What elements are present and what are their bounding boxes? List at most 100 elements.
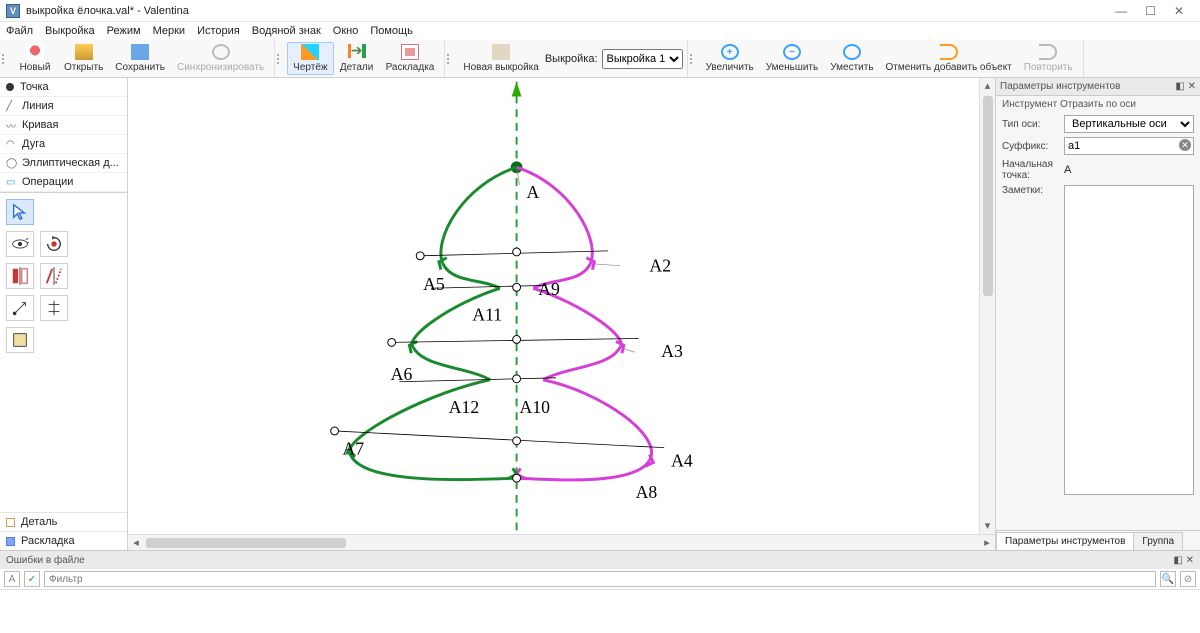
properties-panel: Параметры инструментов ◧ ✕ Инструмент От… (995, 78, 1200, 550)
menu-watermark[interactable]: Водяной знак (252, 25, 321, 37)
toolbar-grip[interactable] (2, 40, 6, 77)
tool-description: Инструмент Отразить по оси (996, 96, 1200, 113)
menu-window[interactable]: Окно (333, 25, 359, 37)
tool-mirror-line[interactable] (6, 263, 34, 289)
title-bar: V выкройка ёлочка.val* - Valentina — ☐ ✕ (0, 0, 1200, 22)
filter-search-icon[interactable]: 🔍 (1160, 571, 1176, 587)
zoom-fit-button[interactable]: Уместить (824, 42, 879, 75)
svg-text:A6: A6 (391, 364, 413, 384)
svg-text:A8: A8 (636, 482, 658, 502)
mode-details-button[interactable]: ➔Детали (334, 42, 380, 75)
menu-bar: Файл Выкройка Режим Мерки История Водяно… (0, 22, 1200, 40)
curve-icon: 〰 (6, 118, 16, 133)
start-point-value: A (1064, 164, 1194, 176)
pattern-label: Выкройка: (545, 53, 598, 65)
mode-draft-button[interactable]: Чертёж (287, 42, 333, 75)
cat-arc[interactable]: ◠Дуга (0, 135, 127, 154)
scroll-right-icon[interactable]: ▸ (979, 536, 995, 549)
zoom-in-button[interactable]: Увеличить (700, 42, 760, 75)
connector-lines (335, 251, 665, 448)
tool-truedarts[interactable] (40, 295, 68, 321)
cat-detail[interactable]: Деталь (0, 512, 127, 531)
minimize-button[interactable]: — (1115, 4, 1127, 18)
menu-pattern[interactable]: Выкройка (45, 25, 95, 37)
cat-line[interactable]: ╱Линия (0, 97, 127, 116)
close-button[interactable]: ✕ (1174, 4, 1184, 18)
arc-icon: ◠ (6, 139, 16, 150)
svg-text:A10: A10 (520, 397, 551, 417)
axis-type-select[interactable]: Вертикальные оси (1064, 115, 1194, 133)
cat-point[interactable]: Точка (0, 78, 127, 97)
svg-text:A2: A2 (649, 256, 671, 276)
maximize-button[interactable]: ☐ (1145, 4, 1156, 18)
menu-measurements[interactable]: Мерки (153, 25, 185, 37)
zoom-out-button[interactable]: Уменьшить (760, 42, 824, 75)
suffix-input[interactable] (1064, 137, 1194, 155)
tab-group[interactable]: Группа (1133, 532, 1183, 550)
layout-icon (6, 537, 15, 546)
errors-list (0, 589, 1200, 633)
cat-operations[interactable]: ▭Операции (0, 173, 127, 192)
tool-move[interactable] (6, 295, 34, 321)
toolbar-grip[interactable] (277, 40, 281, 77)
pattern-select[interactable]: Выкройка 1 (602, 49, 683, 69)
tab-tool-properties[interactable]: Параметры инструментов (996, 532, 1134, 550)
tool-pointer[interactable] (6, 199, 34, 225)
scroll-thumb[interactable] (983, 96, 993, 296)
panel-float-icon[interactable]: ◧ (1175, 81, 1184, 92)
detail-icon (6, 518, 15, 527)
properties-header: Параметры инструментов ◧ ✕ (996, 78, 1200, 96)
filter-regex-icon[interactable]: ✓ (24, 571, 40, 587)
toolbar-grip[interactable] (690, 40, 694, 77)
open-button[interactable]: Открыть (58, 42, 109, 75)
vertical-scrollbar[interactable]: ▴ ▾ (979, 78, 995, 534)
filter-input[interactable] (44, 571, 1156, 587)
redo-button: Повторить (1018, 42, 1079, 75)
scroll-thumb[interactable] (146, 538, 346, 548)
svg-text:A3: A3 (661, 341, 683, 361)
svg-text:A: A (526, 182, 539, 202)
new-pattern-button[interactable]: Новая выкройка (457, 42, 544, 75)
cat-curve[interactable]: 〰Кривая (0, 116, 127, 135)
errors-title: Ошибки в файле (6, 555, 85, 566)
save-button[interactable]: Сохранить (109, 42, 171, 75)
new-button[interactable]: Новый (12, 42, 58, 75)
scroll-up-icon[interactable]: ▴ (980, 78, 995, 94)
menu-history[interactable]: История (197, 25, 240, 37)
cat-elliptical[interactable]: ◯Эллиптическая д... (0, 154, 127, 173)
panel-close-icon[interactable]: ✕ (1188, 81, 1196, 92)
scroll-down-icon[interactable]: ▾ (980, 518, 995, 534)
menu-mode[interactable]: Режим (107, 25, 141, 37)
tool-mirror-axis[interactable] (40, 263, 68, 289)
cat-layout-bottom[interactable]: Раскладка (0, 531, 127, 550)
panel-close-icon[interactable]: ✕ (1186, 555, 1194, 566)
menu-help[interactable]: Помощь (370, 25, 413, 37)
tool-eye[interactable] (6, 231, 34, 257)
svg-text:A11: A11 (472, 305, 502, 325)
svg-text:A9: A9 (538, 279, 560, 299)
tool-group[interactable] (6, 327, 34, 353)
window-title: выкройка ёлочка.val* - Valentina (26, 5, 189, 17)
mode-layout-button[interactable]: Раскладка (380, 42, 441, 75)
svg-text:A12: A12 (449, 397, 479, 417)
sync-button: Синхронизировать (171, 42, 270, 75)
scroll-left-icon[interactable]: ◂ (128, 536, 144, 549)
tool-rotation[interactable] (40, 231, 68, 257)
clear-suffix-icon[interactable]: ✕ (1179, 139, 1191, 151)
filter-case-icon[interactable]: A (4, 571, 20, 587)
filter-clear-icon[interactable]: ⊘ (1180, 571, 1196, 587)
canvas-area[interactable]: A A1 A2 A3 A4 A8 A9 A10 A11 A12 A5 A6 A7… (128, 78, 995, 550)
undo-button[interactable]: Отменить добавить объект (880, 42, 1018, 75)
horizontal-scrollbar[interactable]: ◂ ▸ (128, 534, 995, 550)
notes-label: Заметки: (1002, 185, 1064, 196)
drawing-canvas[interactable]: A A1 A2 A3 A4 A8 A9 A10 A11 A12 A5 A6 A7 (128, 78, 979, 534)
errors-panel: Ошибки в файле ◧ ✕ A ✓ 🔍 ⊘ (0, 550, 1200, 633)
panel-float-icon[interactable]: ◧ (1173, 555, 1182, 566)
svg-text:A5: A5 (423, 274, 445, 294)
toolbar-grip[interactable] (447, 40, 451, 77)
suffix-label: Суффикс: (1002, 141, 1064, 152)
menu-file[interactable]: Файл (6, 25, 33, 37)
notes-textarea[interactable] (1064, 185, 1194, 495)
app-icon: V (6, 4, 20, 18)
pattern-selector: Выкройка: Выкройка 1 (545, 49, 683, 69)
